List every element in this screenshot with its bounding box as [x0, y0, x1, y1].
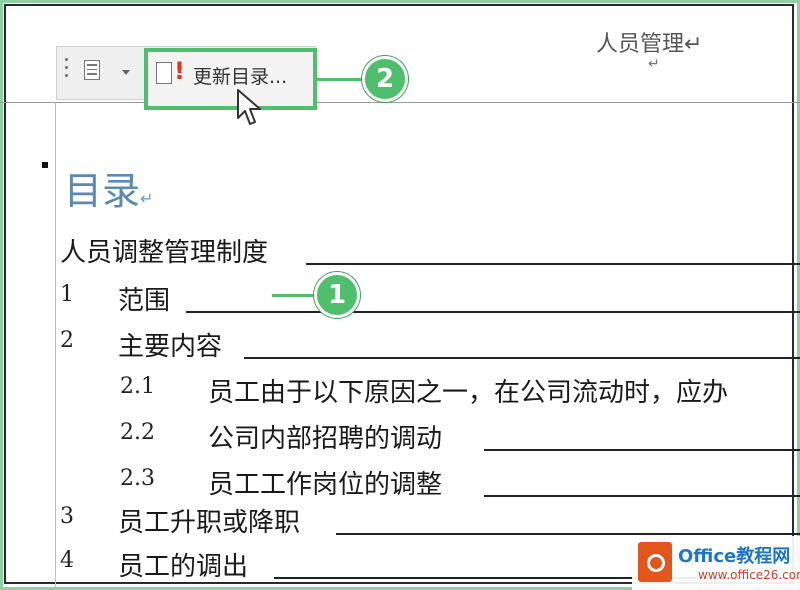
- header-separator: [0, 102, 800, 103]
- toc-entry-num: 3: [60, 504, 74, 529]
- watermark-main-text: Office教程网: [678, 546, 791, 567]
- update-exclamation: !: [174, 57, 185, 85]
- toc-entry-text: 员工工作岗位的调整: [208, 470, 443, 500]
- toc-entry-leader: [484, 449, 800, 451]
- update-document-icon: [156, 62, 172, 84]
- toc-title-text: 目录: [64, 169, 141, 213]
- toc-entry-text: 人员调整管理制度: [60, 238, 269, 268]
- callout-2-line: [316, 78, 364, 81]
- toc-entry-num: 2.1: [120, 374, 155, 399]
- page-header-text[interactable]: 人员管理↵: [596, 26, 702, 58]
- toc-entry-leader: [186, 311, 800, 313]
- chevron-down-icon[interactable]: [122, 70, 130, 75]
- toc-entry-num: 2: [60, 328, 74, 353]
- document-menu-icon[interactable]: [84, 60, 100, 80]
- toc-entry-text: 员工的调出: [118, 552, 249, 582]
- toc-entry-leader: [244, 357, 800, 359]
- toc-title: 目录↵: [64, 160, 153, 215]
- toc-entry-text: 主要内容: [118, 332, 223, 362]
- left-margin-line: [55, 102, 56, 590]
- cursor-arrow-icon: [236, 88, 262, 132]
- toc-entry-leader: [484, 495, 800, 497]
- drag-grip-icon[interactable]: [64, 58, 70, 84]
- toc-entry-text: 公司内部招聘的调动: [208, 424, 443, 454]
- toc-title-paragraph-mark: ↵: [140, 189, 154, 208]
- toc-entry-leader: [306, 263, 800, 265]
- toc-entry-num: 1: [60, 282, 74, 307]
- callout-1-line: [272, 294, 316, 297]
- toc-entry-leader: [336, 533, 800, 535]
- callout-badge-2: 2: [362, 56, 408, 102]
- callout-badge-1: 1: [314, 272, 360, 318]
- update-toc-button[interactable]: ! 更新目录...: [144, 48, 317, 110]
- header-paragraph-mark: ↵: [648, 56, 660, 72]
- office-logo-icon: [638, 542, 672, 582]
- site-watermark: Office教程网 www.office26.com: [632, 536, 800, 590]
- selection-marker: [42, 162, 48, 168]
- toc-entry-num: 4: [60, 548, 74, 573]
- toc-entry-num: 2.3: [120, 466, 155, 491]
- toc-entry-3[interactable]: 2.1 员工由于以下原因之一，在公司流动时，应办: [60, 370, 800, 408]
- update-toc-label: 更新目录...: [193, 66, 288, 88]
- toc-entry-text: 员工升职或降职: [118, 508, 301, 538]
- toc-entry-text: 员工由于以下原因之一，在公司流动时，应办: [208, 378, 729, 408]
- watermark-url-text: www.office26.com: [698, 568, 800, 582]
- toc-entry-num: 2.2: [120, 420, 155, 445]
- toc-entry-text: 范围: [118, 286, 171, 316]
